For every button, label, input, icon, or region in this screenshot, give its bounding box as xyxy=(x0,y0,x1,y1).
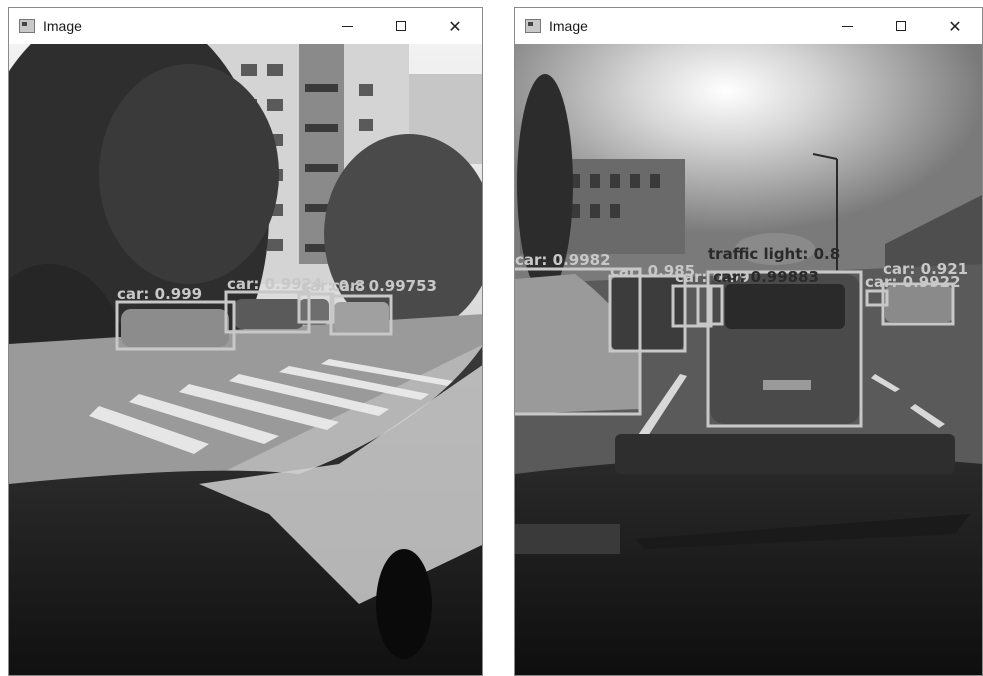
app-icon xyxy=(19,19,35,33)
street-photo-right: car: 0.9982 car: 0.985 car: 0.99 traffic… xyxy=(515,44,982,675)
speaker-grille xyxy=(515,524,620,554)
maximize-icon xyxy=(396,21,406,31)
minimize-icon xyxy=(841,25,853,27)
detection-label: car: 0.9982 xyxy=(515,251,611,269)
street-photo-left: car: 0.999 car: 0.9924 car: 0.8 car: 0.9… xyxy=(9,44,482,675)
image-viewport: car: 0.999 car: 0.9924 car: 0.8 car: 0.9… xyxy=(9,44,482,675)
detection-label: car: 0.99883 xyxy=(713,268,819,286)
minimize-button[interactable] xyxy=(320,8,374,44)
detection-label: car: 0.999 xyxy=(117,285,202,303)
maximize-button[interactable] xyxy=(874,8,928,44)
window-title: Image xyxy=(43,18,82,34)
app-icon xyxy=(525,19,541,33)
maximize-icon xyxy=(896,21,906,31)
image-window-left[interactable]: Image ✕ car: 0.999 car: 0.9924 car: 0.8 … xyxy=(8,7,483,676)
car-dashboard xyxy=(515,456,982,675)
air-vent xyxy=(376,549,432,659)
close-icon: ✕ xyxy=(448,16,462,36)
detection-label: traffic light: 0.8 xyxy=(708,245,840,263)
detection-label: car: 0.9922 xyxy=(865,273,961,291)
title-bar[interactable]: Image ✕ xyxy=(9,8,482,44)
window-controls: ✕ xyxy=(820,8,982,44)
window-title: Image xyxy=(549,18,588,34)
minimize-icon xyxy=(341,25,353,27)
minimize-button[interactable] xyxy=(820,8,874,44)
maximize-button[interactable] xyxy=(374,8,428,44)
image-viewport: car: 0.9982 car: 0.985 car: 0.99 traffic… xyxy=(515,44,982,675)
window-controls: ✕ xyxy=(320,8,482,44)
close-icon: ✕ xyxy=(948,16,962,36)
dash-vent xyxy=(615,434,955,474)
close-button[interactable]: ✕ xyxy=(428,8,482,44)
title-bar[interactable]: Image ✕ xyxy=(515,8,982,44)
close-button[interactable]: ✕ xyxy=(928,8,982,44)
image-window-right[interactable]: Image ✕ car: 0.9982 car: 0.985 car: 0.99… xyxy=(514,7,983,676)
detection-label: car: 0.99753 xyxy=(331,277,437,295)
